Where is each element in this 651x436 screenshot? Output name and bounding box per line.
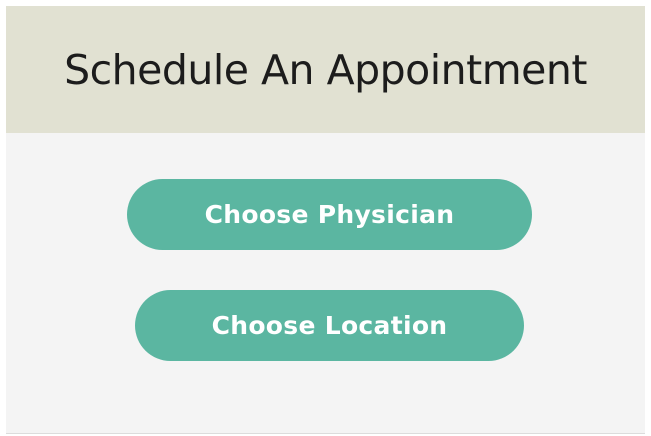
page-title: Schedule An Appointment (64, 45, 587, 94)
choose-physician-button[interactable]: Choose Physician (127, 179, 532, 250)
widget-header: Schedule An Appointment (6, 6, 645, 133)
schedule-appointment-widget: Schedule An Appointment Choose Physician… (6, 6, 645, 434)
widget-body: Choose Physician Choose Location (6, 133, 645, 433)
choose-location-button[interactable]: Choose Location (135, 290, 524, 361)
